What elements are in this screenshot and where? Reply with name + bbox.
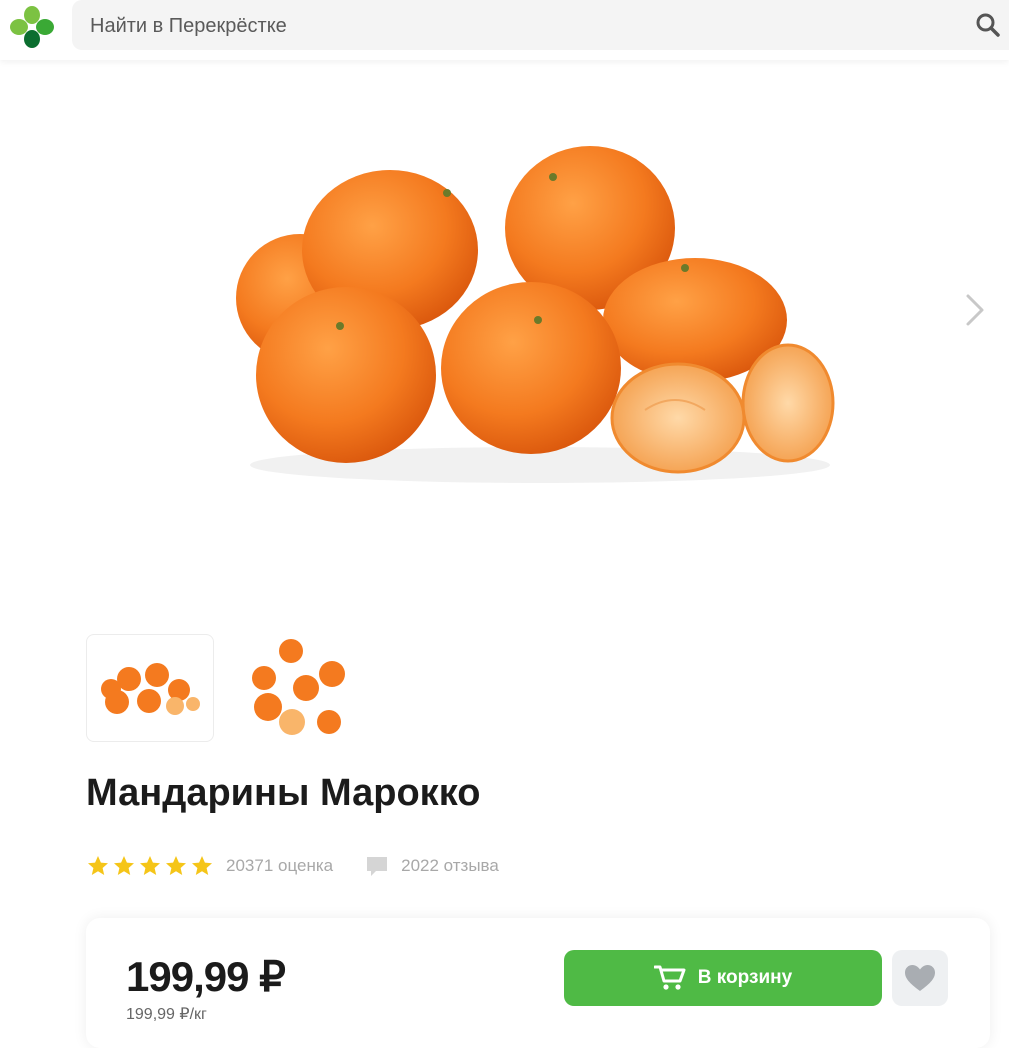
product-main-image	[220, 120, 860, 510]
price-card: 199,99 ₽ 199,99 ₽/кг В корзину	[86, 918, 990, 1048]
search-input[interactable]	[88, 0, 952, 52]
header	[0, 0, 1009, 60]
star-icon	[166, 856, 186, 875]
rating-row: 20371 оценка 2022 отзыва	[86, 852, 499, 880]
star-icon	[140, 856, 160, 875]
star-icon	[192, 856, 212, 875]
search-bar	[72, 0, 1009, 52]
chevron-right-icon[interactable]	[962, 292, 988, 328]
perekrestok-logo-icon[interactable]	[8, 4, 56, 50]
rating-stars[interactable]	[86, 854, 214, 878]
rating-count[interactable]: 20371 оценка	[226, 856, 333, 876]
star-icon	[114, 856, 134, 875]
thumbnail-2[interactable]	[236, 634, 362, 740]
cart-button-label: В корзину	[697, 967, 793, 988]
favorite-button[interactable]	[892, 950, 948, 1006]
heart-icon	[905, 965, 935, 991]
unit-price: 199,99 ₽/кг	[126, 1006, 207, 1023]
price: 199,99 ₽	[126, 953, 286, 1000]
product-title: Мандарины Марокко	[86, 772, 481, 814]
search-icon[interactable]	[975, 12, 1001, 38]
star-icon	[88, 856, 108, 875]
cart-icon	[653, 965, 686, 990]
add-to-cart-button[interactable]: В корзину	[564, 950, 882, 1006]
thumbnail-1[interactable]	[86, 634, 214, 742]
reviews-count[interactable]: 2022 отзыва	[401, 856, 499, 876]
comment-icon	[367, 857, 388, 876]
